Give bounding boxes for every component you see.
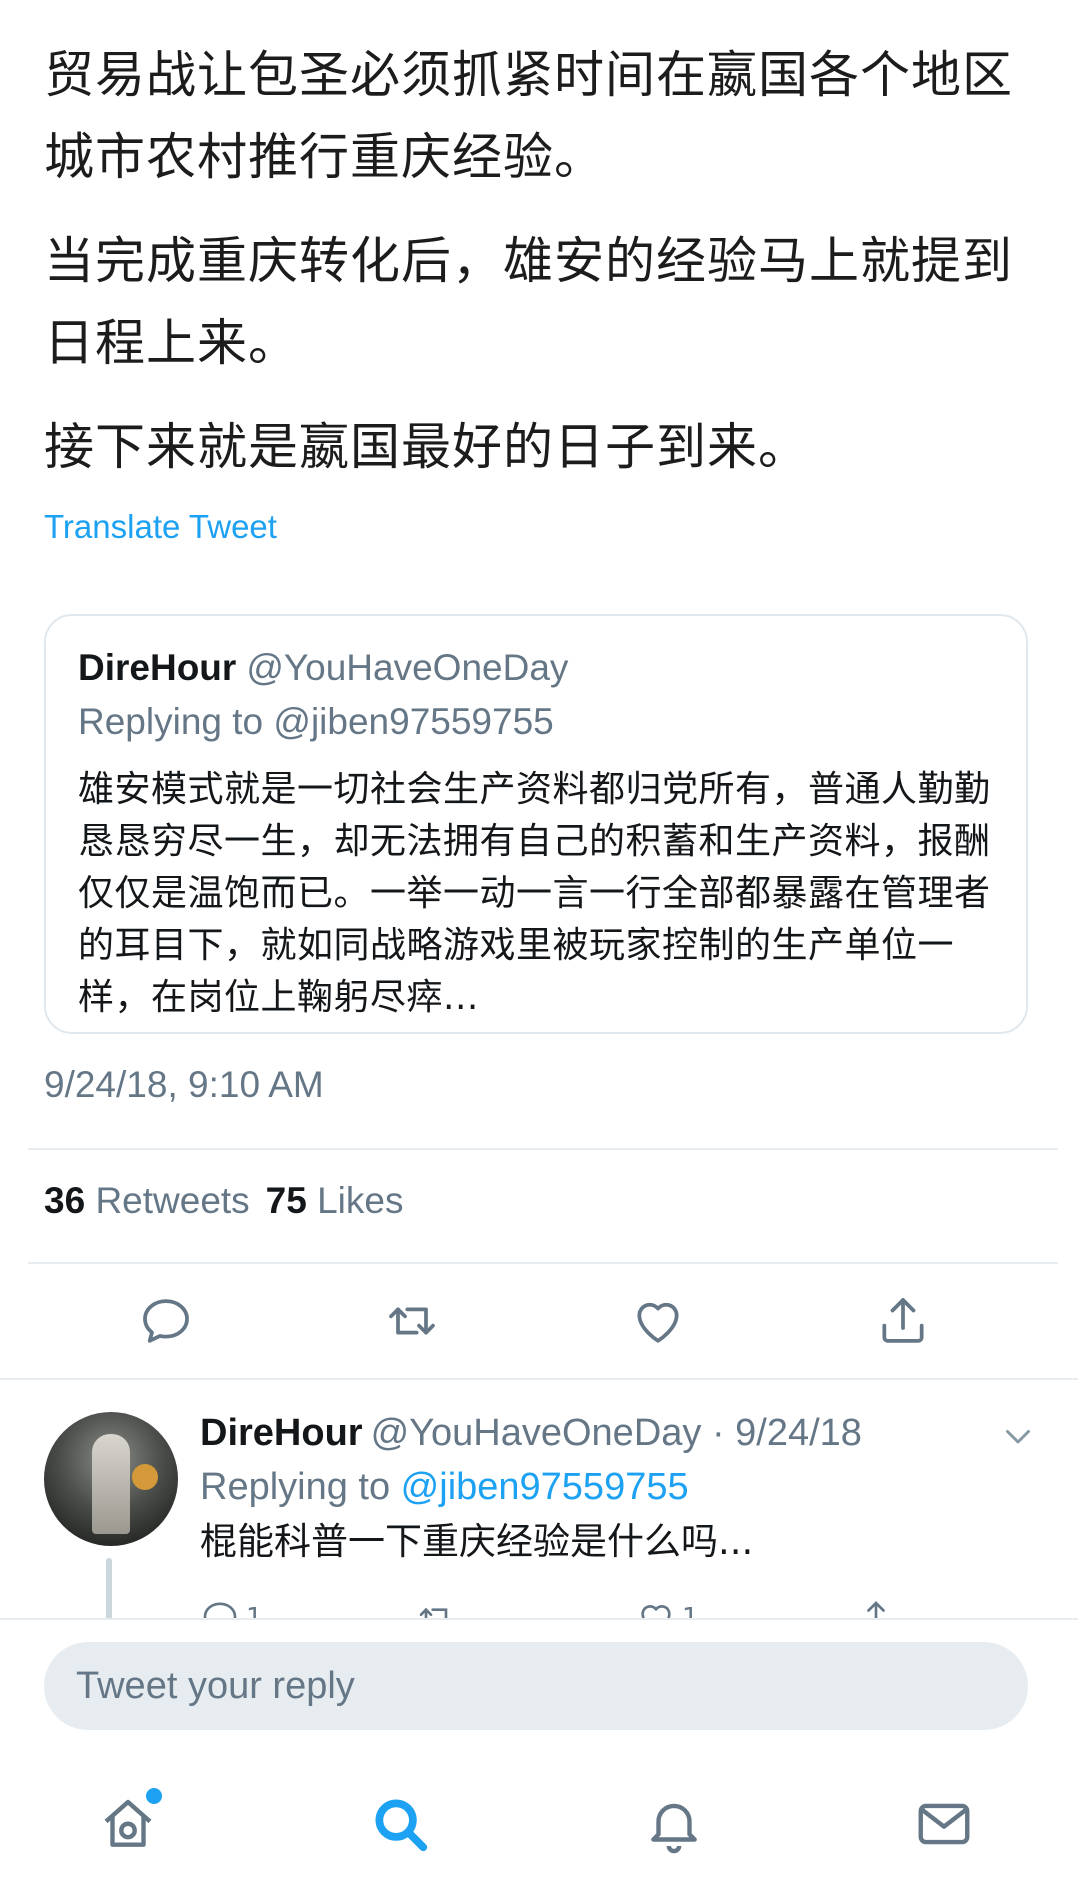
reply-icon[interactable] [131,1286,201,1356]
tweet-paragraph: 当完成重庆转化后，雄安的经验马上就提到日程上来。 [44,232,1013,372]
likes-count: 75 [265,1180,307,1221]
tweet-text: 贸易战让包圣必须抓紧时间在嬴国各个地区城市农村推行重庆经验。 当完成重庆转化后，… [44,34,1044,510]
quoted-author-name: DireHour [78,647,237,688]
replying-to-handle[interactable]: @jiben97559755 [401,1466,689,1508]
reply-handle-date: @YouHaveOneDay · 9/24/18 [370,1412,862,1454]
retweets-label: Retweets [95,1180,250,1221]
retweets-stat[interactable]: 36 Retweets [44,1180,250,1221]
tweet-paragraph: 贸易战让包圣必须抓紧时间在嬴国各个地区城市农村推行重庆经验。 [44,46,1013,186]
retweet-icon[interactable] [377,1286,447,1356]
divider [28,1262,1058,1264]
quoted-tweet-card[interactable]: DireHour @YouHaveOneDay Replying to @jibe… [44,614,1028,1034]
tweet-action-bar [0,1286,1078,1356]
retweets-count: 36 [44,1180,86,1221]
reply-retweet-action[interactable] [416,1598,456,1620]
quoted-author-handle: @YouHaveOneDay [246,647,569,688]
tweet-stats: 36 Retweets 75 Likes [44,1180,404,1222]
reply-text: 棍能科普一下重庆经验是什么吗... [200,1520,754,1563]
tweet-timestamp: 9/24/18, 9:10 AM [44,1064,324,1105]
avatar[interactable] [44,1412,178,1546]
tab-notifications[interactable] [634,1784,714,1864]
thread-line [106,1558,112,1620]
avatar-figure [92,1434,130,1534]
translate-tweet-link[interactable]: Translate Tweet [44,508,277,546]
like-icon[interactable] [623,1286,693,1356]
reply-author-name: DireHour [200,1412,363,1454]
tab-messages[interactable] [904,1784,984,1864]
reply-reply-action[interactable]: 1 [200,1598,263,1620]
avatar-glow [132,1464,158,1490]
quoted-tweet-body: 雄安模式就是一切社会生产资料都归党所有，普通人勤勤恳恳穷尽一生，却无法拥有自己的… [78,769,991,1018]
divider [28,1148,1058,1150]
tab-search[interactable] [360,1784,440,1864]
reply-replying-to: Replying to @jiben97559755 [200,1462,689,1512]
tweet-reply-input[interactable] [44,1642,1028,1730]
share-icon[interactable] [868,1286,938,1356]
notification-dot [146,1788,162,1804]
reply-icon [203,1602,237,1620]
search-icon [375,1799,428,1852]
like-icon [641,1605,671,1620]
replying-to-prefix: Replying to [200,1466,401,1508]
messages-icon [918,1803,970,1845]
divider [0,1378,1078,1380]
quoted-replying-to: Replying to @jiben97559755 [78,701,554,742]
reply-header: DireHour @YouHaveOneDay · 9/24/18 [200,1408,862,1458]
bottom-tab-bar [0,1774,1078,1874]
likes-label: Likes [317,1180,404,1221]
likes-stat[interactable]: 75 Likes [266,1180,404,1221]
reply-like-action[interactable]: 1 [636,1598,699,1620]
retweet-icon [419,1607,448,1620]
share-icon [867,1601,885,1620]
reply-composer [0,1618,1078,1878]
tweet-paragraph: 接下来就是嬴国最好的日子到来。 [44,418,809,476]
quoted-tweet-header: DireHour @YouHaveOneDay [78,644,994,692]
tab-home[interactable] [88,1784,168,1864]
notifications-icon [651,1803,697,1854]
chevron-down-icon[interactable] [1000,1418,1036,1454]
reply-share-action[interactable] [856,1598,896,1620]
reply-tweet[interactable]: DireHour @YouHaveOneDay · 9/24/18 Replyin… [0,1400,1078,1620]
